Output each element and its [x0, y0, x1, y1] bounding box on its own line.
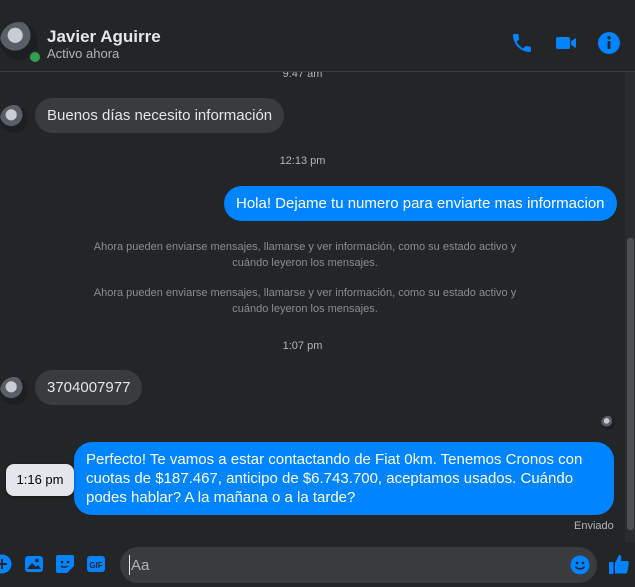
plus-icon[interactable] — [0, 554, 12, 574]
incoming-message[interactable]: Buenos días necesito información — [35, 98, 285, 133]
emoji-icon[interactable] — [570, 555, 590, 575]
outgoing-message[interactable]: Hola! Dejame tu numero para enviarte mas… — [224, 186, 617, 221]
gif-icon[interactable]: GIF — [86, 554, 106, 574]
contact-avatar-small[interactable] — [0, 377, 28, 405]
contact-status: Activo ahora — [47, 46, 120, 61]
contact-avatar-small[interactable] — [0, 105, 28, 133]
sticker-icon[interactable] — [55, 554, 75, 574]
thumbs-up-icon[interactable] — [608, 553, 630, 575]
timestamp: 9:47 am — [282, 72, 323, 80]
timestamp: 12:13 pm — [279, 155, 326, 167]
outgoing-message[interactable]: Perfecto! Te vamos a estar contactando d… — [74, 442, 614, 515]
online-status-indicator — [28, 50, 42, 64]
message-list[interactable]: 9:47 am Buenos días necesito información… — [0, 72, 625, 542]
timestamp: 1:07 pm — [282, 340, 323, 352]
input-caret — [129, 555, 130, 575]
seen-avatar — [601, 416, 615, 430]
message-input[interactable] — [120, 547, 597, 583]
image-icon[interactable] — [24, 554, 44, 574]
info-icon[interactable] — [597, 31, 621, 55]
system-notice: Ahora pueden enviarse mensajes, llamarse… — [93, 241, 517, 269]
delivery-status: Enviado — [574, 520, 614, 532]
incoming-message[interactable]: 3704007977 — [35, 370, 143, 405]
svg-text:GIF: GIF — [89, 561, 102, 570]
contact-name[interactable]: Javier Aguirre — [47, 27, 161, 47]
chat-header: Javier Aguirre Activo ahora — [0, 0, 635, 72]
phone-icon[interactable] — [510, 31, 534, 55]
message-time-tooltip: 1:16 pm — [6, 464, 74, 496]
scrollbar-thumb[interactable] — [627, 238, 634, 530]
video-camera-icon[interactable] — [554, 31, 578, 55]
system-notice: Ahora pueden enviarse mensajes, llamarse… — [93, 287, 517, 315]
message-input-placeholder: Aa — [131, 557, 150, 574]
